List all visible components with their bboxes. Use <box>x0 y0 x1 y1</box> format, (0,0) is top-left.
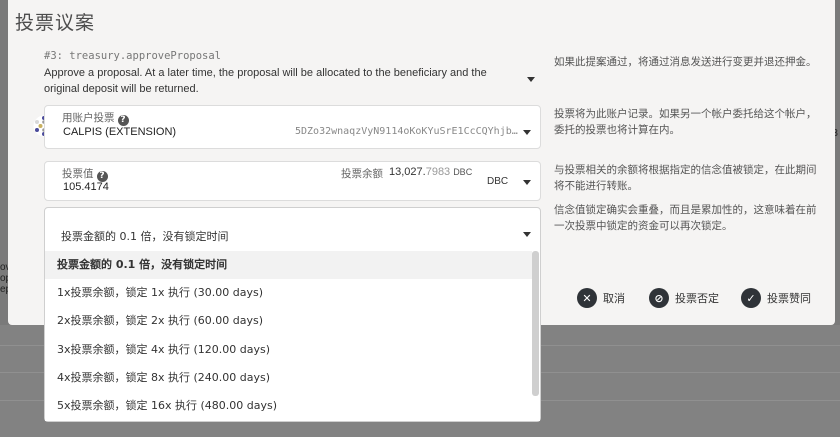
close-icon: ✕ <box>577 288 597 308</box>
vote-value-hint: 与投票相关的余额将根据指定的信念值被锁定，在此期间将不能进行转账。 <box>554 164 817 192</box>
account-name: CALPIS (EXTENSION) <box>63 126 177 138</box>
vote-value-input[interactable]: 投票值? 105.4174 投票余额 13,027.7983 DBC DBC <box>44 161 541 201</box>
vote-value-label: 投票值? <box>62 166 108 182</box>
vote-value: 105.4174 <box>63 181 109 193</box>
conviction-dropdown-menu: 投票金额的 0.1 倍，没有锁定时间 1x投票余额，锁定 1x 执行 (30.0… <box>45 250 540 421</box>
proposal-call: #3: treasury.approveProposal <box>44 50 222 62</box>
chevron-down-icon[interactable] <box>523 180 531 185</box>
conviction-hint: 信念值锁定确实会重叠，而且是累加性的，这意味着在前一次投票中锁定的资金可以再次锁… <box>554 204 817 232</box>
chevron-down-icon <box>527 77 535 82</box>
balance-value: 13,027.7983 DBC <box>389 166 473 178</box>
help-icon: ? <box>117 115 129 126</box>
account-hint: 投票将为此账户记录。如果另一个帐户委托给这个帐户，委托的投票也将计算在内。 <box>554 108 817 136</box>
conviction-option[interactable]: 5x投票余额，锁定 16x 执行 (480.00 days) <box>45 392 532 420</box>
account-select[interactable]: 用账户投票? CALPIS (EXTENSION) 5DZo32wnaqzVyN… <box>44 105 541 149</box>
modal-title: 投票议案 <box>15 12 96 34</box>
check-icon: ✓ <box>741 288 761 308</box>
conviction-option[interactable]: 2x投票余额，锁定 2x 执行 (60.00 days) <box>45 307 532 335</box>
account-address: 5DZo32wnaqzVyN9114oKoKYuSrE1CcCQYhjb5... <box>295 126 520 137</box>
cancel-button[interactable]: ✕ 取消 <box>577 287 625 309</box>
balance-label: 投票余额 <box>341 168 383 180</box>
vote-nay-button[interactable]: ⊘ 投票否定 <box>649 287 719 309</box>
chevron-down-icon <box>523 130 531 135</box>
conviction-option[interactable]: 3x投票余额，锁定 4x 执行 (120.00 days) <box>45 336 532 364</box>
ban-icon: ⊘ <box>649 288 669 308</box>
account-label: 用账户投票? <box>62 110 129 126</box>
conviction-option[interactable]: 投票金额的 0.1 倍，没有锁定时间 <box>45 251 532 279</box>
dropdown-scrollbar[interactable] <box>532 251 539 396</box>
conviction-current: 投票金额的 0.1 倍，没有锁定时间 <box>61 230 229 243</box>
conviction-option[interactable]: 1x投票余额，锁定 1x 执行 (30.00 days) <box>45 279 532 307</box>
proposal-selector[interactable]: #3: treasury.approveProposal Approve a p… <box>44 48 541 98</box>
vote-aye-button[interactable]: ✓ 投票赞同 <box>741 287 811 309</box>
unit-select[interactable]: DBC <box>487 176 508 187</box>
proposal-hint: 如果此提案通过，将通过消息发送进行变更并退还押金。 <box>554 56 817 68</box>
conviction-option[interactable]: 4x投票余额，锁定 8x 执行 (240.00 days) <box>45 364 532 392</box>
chevron-down-icon <box>523 232 531 237</box>
proposal-description: Approve a proposal. At a later time, the… <box>44 67 487 95</box>
